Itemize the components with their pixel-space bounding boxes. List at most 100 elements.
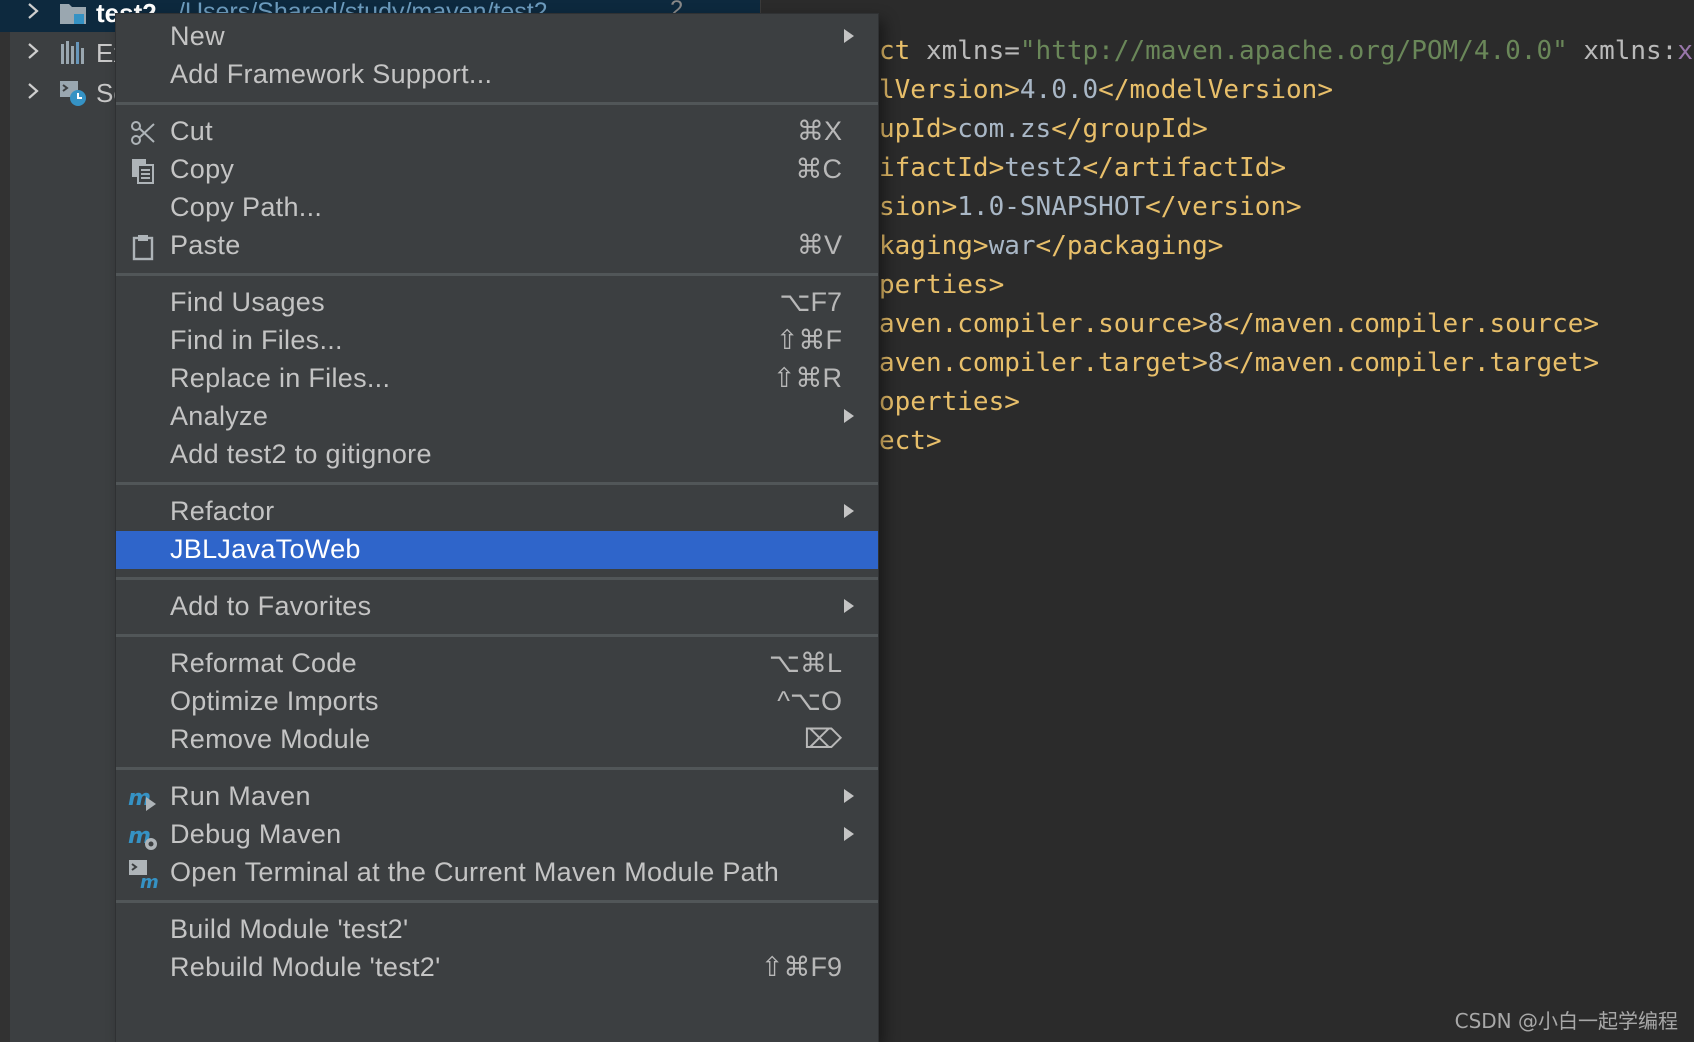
menu-item-label: Add Framework Support... [170,59,493,89]
menu-item-label: Run Maven [170,781,311,811]
context-menu: New Add Framework Support... Cut ⌘X Copy ⌘C Co… [116,14,878,1042]
code-token: </packaging> [1035,231,1224,261]
menu-item-jbljavatoweb[interactable]: JBLJavaToWeb [116,531,878,569]
code-token: 8 [1207,348,1224,378]
menu-item-label: Optimize Imports [170,686,379,716]
chevron-right-icon[interactable] [22,40,44,62]
menu-item-cut[interactable]: Cut ⌘X [116,113,878,151]
code-token: </maven.compiler.source> [1223,309,1600,339]
menu-item-copy[interactable]: Copy ⌘C [116,151,878,189]
code-token: war [988,231,1036,261]
menu-item-label: Copy Path... [170,192,323,222]
code-token: ifactId> [879,153,1005,183]
menu-item-add-test2-to-gitignore[interactable]: Add test2 to gitignore [116,436,878,474]
paste-icon [128,232,158,262]
code-token: 8 [1207,309,1224,339]
code-token: xmlns= [925,36,1020,66]
menu-item-new[interactable]: New [116,18,878,56]
menu-item-remove-module[interactable]: Remove Module ⌦ [116,721,878,759]
menu-item-add-framework-support[interactable]: Add Framework Support... [116,56,878,94]
menu-item-label: Analyze [170,401,269,431]
code-token: 4.0.0 [1019,75,1099,105]
chevron-right-icon[interactable] [22,80,44,102]
menu-item-shortcut: ⌦ [803,724,842,754]
submenu-arrow-icon [844,504,854,518]
code-line: lVersion>4.0.0</modelVersion> [879,75,1333,115]
cut-icon [128,118,158,148]
menu-item-run-maven[interactable]: m Run Maven [116,778,878,816]
menu-item-label: Find Usages [170,287,325,317]
menu-item-paste[interactable]: Paste ⌘V [116,227,878,265]
code-token: ect> [879,426,942,456]
code-line: operties> [879,387,1020,427]
menu-separator [116,102,878,105]
code-token: upId> [879,114,958,144]
menu-item-shortcut: ⌥⌘L [768,648,842,678]
maven-debug-icon: m [128,821,158,851]
code-token: test2 [1004,153,1083,183]
menu-item-label: Refactor [170,496,275,526]
menu-item-debug-maven[interactable]: m Debug Maven [116,816,878,854]
code-editor[interactable]: ct xmlns="http://maven.apache.org/POM/4.… [760,0,1694,1042]
code-token: "http://maven.apache.org/POM/4.0.0" [1019,36,1568,66]
code-line: kaging>war</packaging> [879,231,1223,271]
code-token: operties> [879,387,1020,417]
code-line: ect> [879,426,942,466]
menu-item-refactor[interactable]: Refactor [116,493,878,531]
menu-item-shortcut: ⌘V [796,230,842,260]
code-token: com.zs [957,114,1052,144]
submenu-arrow-icon [844,409,854,423]
code-line: perties> [879,270,1004,310]
menu-item-copy-path[interactable]: Copy Path... [116,189,878,227]
code-token: aven.compiler.target> [879,348,1208,378]
menu-separator [116,273,878,276]
code-token: ct [879,36,926,66]
menu-item-find-usages[interactable]: Find Usages ⌥F7 [116,284,878,322]
folder-module-icon [58,0,88,28]
menu-item-label: Add to Favorites [170,591,372,621]
code-token: perties> [879,270,1005,300]
external-libraries-icon [58,38,88,68]
menu-item-label: Open Terminal at the Current Maven Modul… [170,857,780,887]
watermark: CSDN @小白一起学编程 [1454,1009,1678,1033]
code-token: </version> [1145,192,1302,222]
maven-run-icon: m [128,783,158,813]
submenu-arrow-icon [844,789,854,803]
code-line: upId>com.zs</groupId> [879,114,1208,154]
menu-item-label: Find in Files... [170,325,343,355]
menu-item-optimize-imports[interactable]: Optimize Imports ^⌥O [116,683,878,721]
maven-terminal-icon: m [128,859,159,893]
menu-item-find-in-files[interactable]: Find in Files... ⇧⌘F [116,322,878,360]
code-line: ifactId>test2</artifactId> [879,153,1286,193]
code-token: </modelVersion> [1098,75,1333,105]
menu-separator [116,900,878,903]
code-line: aven.compiler.source>8</maven.compiler.s… [879,309,1599,349]
menu-item-label: New [170,21,225,51]
menu-item-label: JBLJavaToWeb [170,534,361,564]
code-token: </maven.compiler.target> [1223,348,1600,378]
menu-item-label: Add test2 to gitignore [170,439,432,469]
chevron-right-icon[interactable] [22,0,44,22]
menu-item-replace-in-files[interactable]: Replace in Files... ⇧⌘R [116,360,878,398]
menu-item-open-terminal-at-the-current-maven-module-path[interactable]: m Open Terminal at the Current Maven Modu… [116,854,878,893]
submenu-arrow-icon [844,599,854,613]
code-token: xmlns: [1567,36,1678,66]
menu-item-build-module-test2[interactable]: Build Module 'test2' [116,911,878,949]
menu-item-rebuild-module-test2[interactable]: Rebuild Module 'test2' ⇧⌘F9 [116,949,878,987]
code-token: aven.compiler.source> [879,309,1208,339]
menu-item-add-to-favorites[interactable]: Add to Favorites [116,588,878,626]
menu-item-label: Debug Maven [170,819,342,849]
menu-item-shortcut: ⌥F7 [779,287,842,317]
menu-item-label: Rebuild Module 'test2' [170,952,441,982]
menu-item-reformat-code[interactable]: Reformat Code ⌥⌘L [116,645,878,683]
code-line: sion>1.0-SNAPSHOT</version> [879,192,1302,232]
code-line: aven.compiler.target>8</maven.compiler.t… [879,348,1599,388]
scratches-consoles-icon [58,78,88,108]
menu-item-shortcut: ⇧⌘R [772,363,842,393]
menu-item-analyze[interactable]: Analyze [116,398,878,436]
menu-item-shortcut: ⌘C [795,154,843,184]
submenu-arrow-icon [844,29,854,43]
code-token: 1.0-SNAPSHOT [957,192,1146,222]
tree-gutter [0,0,10,1042]
menu-item-label: Paste [170,230,241,260]
